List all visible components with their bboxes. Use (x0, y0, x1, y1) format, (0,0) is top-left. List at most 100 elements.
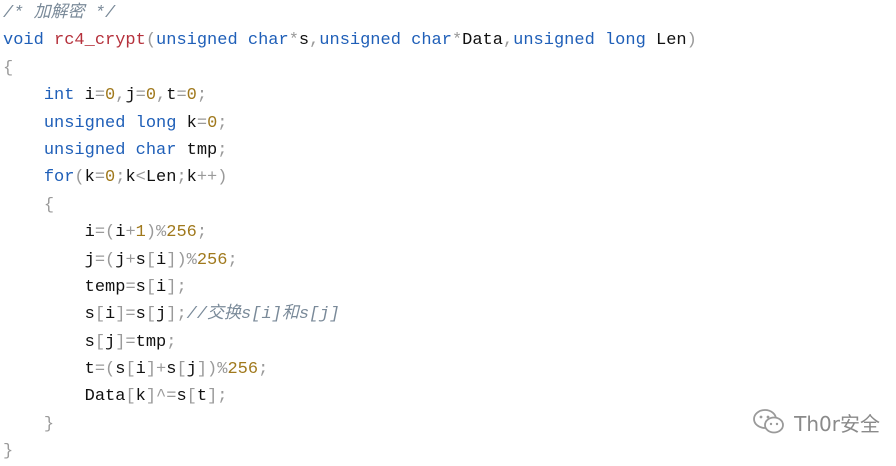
code-token: temp (84, 277, 126, 297)
code-token: ]^= (145, 387, 177, 407)
code-token: ; (196, 86, 208, 106)
code-token: long (604, 31, 646, 51)
code-token: j (84, 250, 95, 270)
code-token: 0 (207, 113, 218, 133)
code-line: t=(s[i]+s[j])%256; (3, 356, 697, 383)
code-token: [ (125, 387, 136, 407)
code-token: t (196, 387, 208, 407)
code-token: { (43, 195, 55, 215)
code-line: s[j]=tmp; (3, 329, 697, 356)
code-token: s (298, 31, 310, 51)
code-token: = (94, 86, 106, 106)
code-token: void (3, 31, 44, 51)
code-token: ) (686, 31, 697, 51)
code-token: 0 (145, 86, 157, 106)
code-token: Data (84, 387, 126, 407)
code-token: char (411, 31, 452, 51)
code-token: )% (145, 223, 167, 243)
code-token: s (135, 305, 146, 325)
code-line: unsigned char tmp; (3, 137, 697, 164)
code-token: , (115, 86, 126, 106)
code-token: i (74, 86, 95, 106)
code-token: ; (217, 140, 228, 160)
watermark-text: Th0r安全 (794, 411, 880, 436)
code-token: ]; (166, 277, 187, 297)
code-token: ; (166, 332, 177, 352)
code-token: char (135, 140, 177, 160)
code-token: 0 (105, 168, 116, 188)
code-token: s (176, 387, 187, 407)
code-token: long (135, 113, 177, 133)
code-line: } (3, 411, 697, 438)
code-token: Len (145, 168, 177, 188)
code-token: ]= (115, 305, 136, 325)
code-token: ])% (196, 360, 228, 380)
code-token: s (115, 360, 126, 380)
code-token: [ (94, 332, 106, 352)
code-token: * (288, 31, 299, 51)
code-token: = (176, 86, 187, 106)
code-token: j (115, 250, 126, 270)
code-token: [ (125, 360, 136, 380)
code-line: int i=0,j=0,t=0; (3, 82, 697, 109)
code-token: i (135, 360, 146, 380)
code-token: j (105, 332, 116, 352)
code-token: ]; (207, 387, 228, 407)
code-token: s (166, 360, 177, 380)
code-token: * (451, 31, 463, 51)
code-token: i (156, 277, 167, 297)
code-token: tmp (176, 140, 218, 160)
code-token: , (156, 86, 167, 106)
code-token: + (125, 250, 136, 270)
code-line: i=(i+1)%256; (3, 219, 697, 246)
code-line: s[i]=s[j];//交换s[i]和s[j] (3, 301, 697, 328)
code-line: j=(j+s[i])%256; (3, 247, 697, 274)
code-token: < (135, 168, 146, 188)
code-line: /* 加解密 */ (3, 0, 697, 27)
code-token: rc4_crypt (54, 31, 146, 51)
code-token: i (84, 223, 95, 243)
code-token: ])% (166, 250, 197, 270)
code-token: [ (145, 277, 157, 297)
code-token: t (166, 86, 177, 106)
code-token: s (84, 305, 95, 325)
code-token: ; (115, 168, 126, 188)
code-line: Data[k]^=s[t]; (3, 383, 697, 410)
code-token: { (3, 58, 14, 78)
code-line: { (3, 192, 697, 219)
code-token: ; (217, 113, 228, 133)
code-line: temp=s[i]; (3, 274, 697, 301)
code-token: = (125, 277, 136, 297)
code-token: [ (145, 250, 157, 270)
code-token: = (135, 86, 146, 106)
code-token: =( (94, 250, 116, 270)
code-token: s (84, 332, 95, 352)
code-token: } (43, 414, 55, 434)
code-line: unsigned long k=0; (3, 110, 697, 137)
code-token: ]; (166, 305, 187, 325)
code-token: ; (227, 250, 238, 270)
code-token: = (196, 113, 208, 133)
code-token: i (115, 223, 126, 243)
code-line: } (3, 438, 697, 465)
code-token: + (125, 223, 136, 243)
code-token: tmp (135, 332, 167, 352)
code-token: } (3, 442, 14, 462)
code-token: i (105, 305, 116, 325)
code-token: /* 加解密 */ (3, 4, 116, 23)
code-token: unsigned (319, 31, 401, 51)
